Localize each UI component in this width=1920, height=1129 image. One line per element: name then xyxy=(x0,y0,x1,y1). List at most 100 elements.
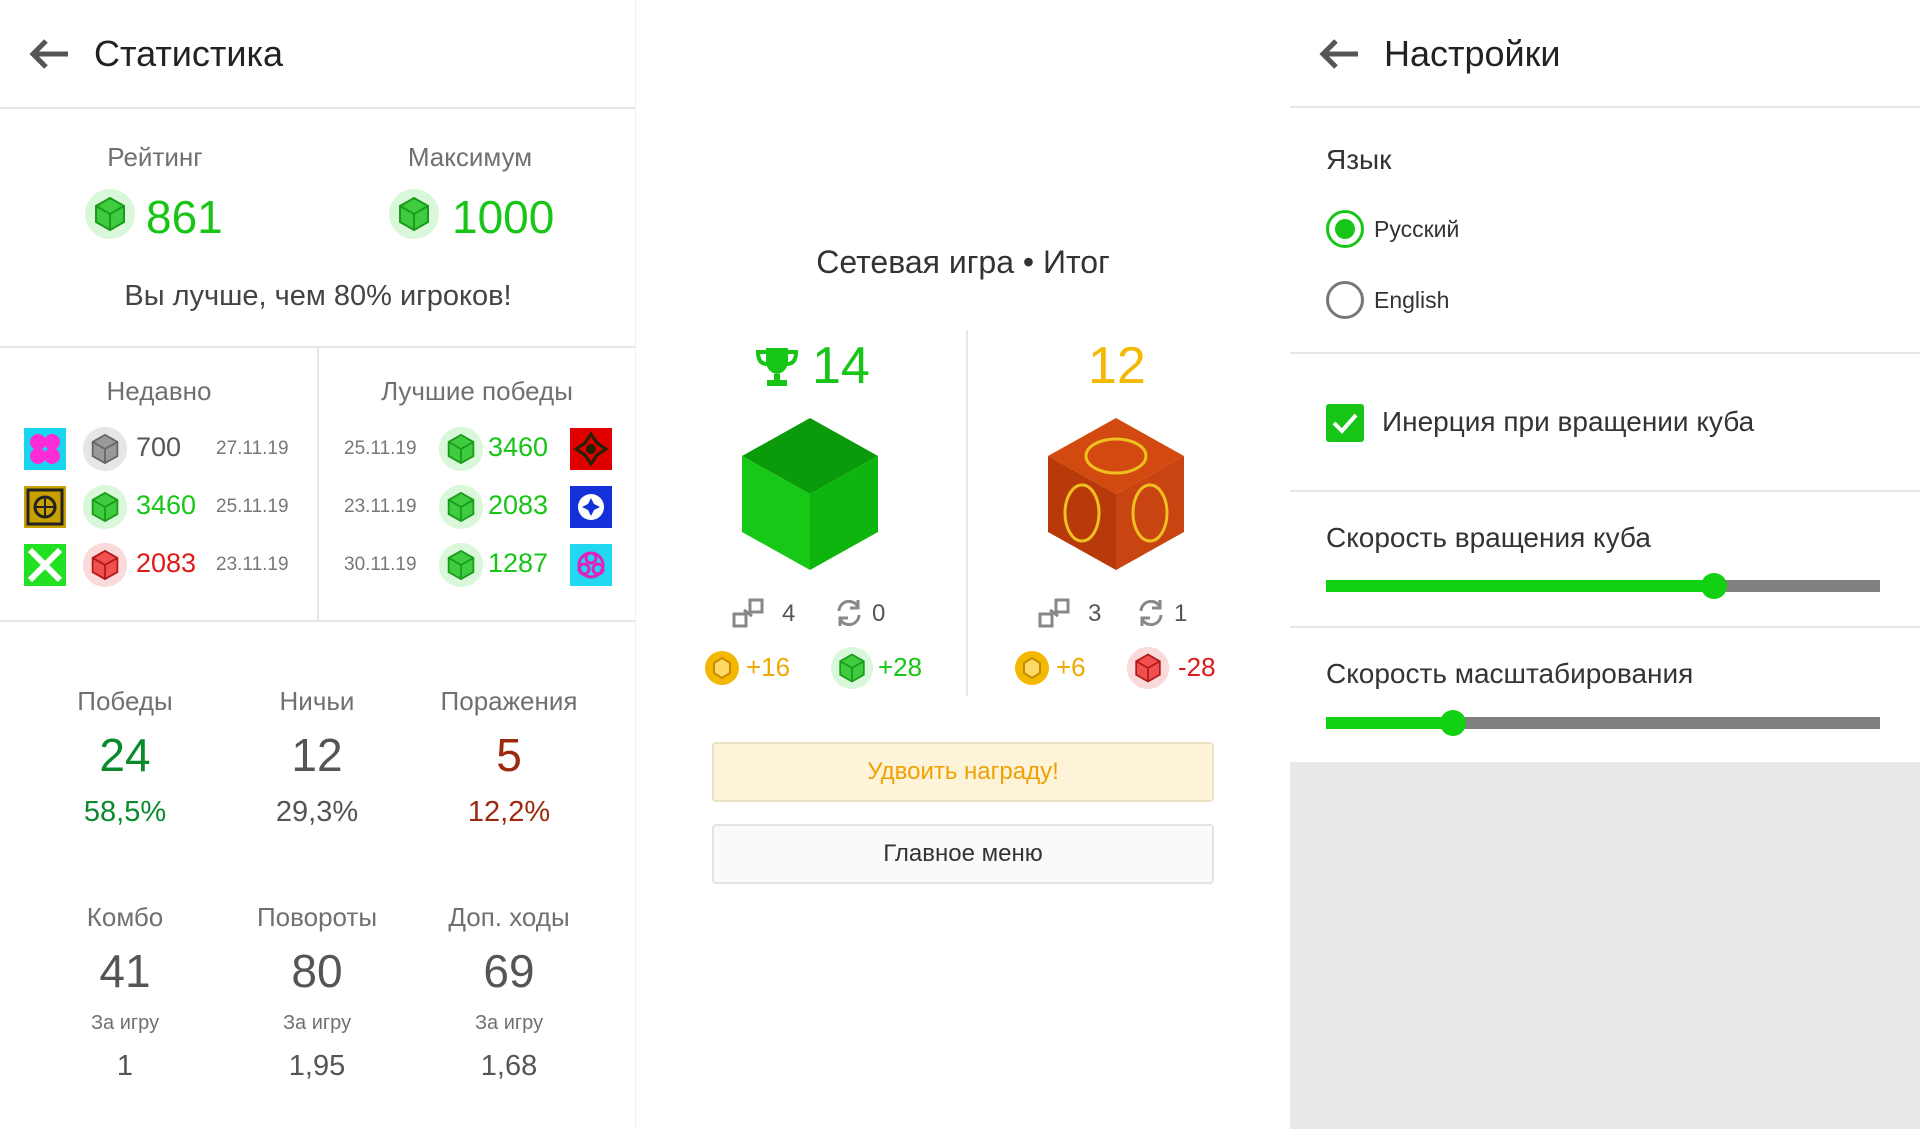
combo-per-game: 1 xyxy=(116,1050,134,1082)
recent-row[interactable]: 2083 23.11.19 xyxy=(0,540,316,590)
best-date: 23.11.19 xyxy=(344,496,417,517)
result-title: Сетевая игра • Итог xyxy=(816,244,1110,280)
wins-percent: 58,5% xyxy=(83,796,167,828)
page-title: Статистика xyxy=(94,33,284,74)
combo-per-game-label: За игру xyxy=(90,1012,160,1034)
recent-score: 2083 xyxy=(136,548,197,578)
max-label: Максимум xyxy=(407,142,533,172)
player2-cube xyxy=(1046,416,1186,577)
player2-rotations: 1 xyxy=(1174,600,1188,627)
player1-cube xyxy=(740,416,880,577)
statistics-panel: Статистика Рейтинг 861 Максимум 1000 Вы … xyxy=(0,0,636,1129)
trophy-icon xyxy=(754,344,800,393)
game-result-panel: Сетевая игра • Итог 14 4 0 +16 +28 12 3 … xyxy=(636,0,1290,1129)
player1-coins: +16 xyxy=(746,652,791,682)
avatar xyxy=(570,486,612,528)
avatar xyxy=(24,544,66,586)
player1-moves: 4 xyxy=(782,600,796,627)
recent-label: Недавно xyxy=(106,376,212,406)
recent-row[interactable]: 3460 25.11.19 xyxy=(0,482,316,532)
best-win-row[interactable]: 23.11.19 2083 xyxy=(320,482,635,535)
wins-value: 24 xyxy=(99,729,151,781)
recent-score: 700 xyxy=(136,432,182,462)
cube-icon xyxy=(82,484,128,535)
cube-icon xyxy=(388,188,440,245)
inertia-checkbox[interactable] xyxy=(1326,404,1364,442)
language-label: Язык xyxy=(1326,144,1392,175)
best-date: 30.11.19 xyxy=(344,554,417,575)
language-option-russian[interactable]: Русский xyxy=(1374,216,1459,243)
zoom-speed-label: Скорость масштабирования xyxy=(1326,658,1694,689)
recent-row[interactable]: 700 27.11.19 xyxy=(0,424,316,474)
arrow-left-icon xyxy=(29,39,68,69)
avatar xyxy=(570,544,612,586)
draws-label: Ничьи xyxy=(279,686,355,716)
rotation-icon xyxy=(1136,598,1166,633)
player1-rotations: 0 xyxy=(872,600,886,627)
zoom-speed-slider[interactable] xyxy=(1326,710,1880,736)
rotation-speed-slider[interactable] xyxy=(1326,573,1880,599)
inertia-label: Инерция при вращении куба xyxy=(1382,406,1755,437)
back-button[interactable] xyxy=(1314,34,1364,74)
turns-value: 80 xyxy=(291,945,343,997)
main-menu-button[interactable]: Главное меню xyxy=(712,824,1214,884)
cube-icon xyxy=(438,484,484,535)
extra-moves-label: Доп. ходы xyxy=(448,902,570,932)
best-date: 25.11.19 xyxy=(344,438,417,459)
double-reward-button[interactable]: Удвоить награду! xyxy=(712,742,1214,802)
extra-moves-per-game: 1,68 xyxy=(480,1050,538,1082)
best-win-row[interactable]: 30.11.19 1287 xyxy=(320,540,635,593)
rating-value: 861 xyxy=(146,191,223,243)
rating-label: Рейтинг xyxy=(107,142,203,172)
extra-moves-value: 69 xyxy=(483,945,535,997)
cube-icon xyxy=(84,188,136,245)
best-score: 1287 xyxy=(488,548,549,578)
turns-label: Повороты xyxy=(256,902,378,932)
moves-icon xyxy=(1038,598,1072,633)
rotation-speed-knob[interactable] xyxy=(1700,573,1727,599)
turns-per-game-label: За игру xyxy=(282,1012,352,1034)
wins-label: Победы xyxy=(77,686,173,716)
losses-label: Поражения xyxy=(440,686,578,716)
max-value: 1000 xyxy=(452,191,555,243)
recent-date: 23.11.19 xyxy=(216,554,289,575)
best-win-row[interactable]: 25.11.19 3460 xyxy=(320,424,635,477)
avatar xyxy=(570,428,612,470)
losses-value: 5 xyxy=(496,729,522,781)
stats-header: Статистика xyxy=(0,0,635,108)
player2-rating-change: -28 xyxy=(1178,652,1216,682)
radio-russian[interactable] xyxy=(1326,210,1364,248)
radio-english[interactable] xyxy=(1326,281,1364,319)
recent-date: 27.11.19 xyxy=(216,438,289,459)
combo-label: Комбо xyxy=(86,902,164,932)
check-icon xyxy=(1332,413,1358,434)
player2-coins: +6 xyxy=(1056,652,1086,682)
avatar xyxy=(24,486,66,528)
player1-rating-change: +28 xyxy=(878,652,923,682)
extra-moves-per-game-label: За игру xyxy=(474,1012,544,1034)
zoom-speed-fill xyxy=(1326,717,1454,729)
best-wins-label: Лучшие победы xyxy=(381,376,573,406)
cube-icon xyxy=(438,426,484,477)
cube-icon xyxy=(82,542,128,593)
settings-panel: Настройки Язык Русский English Инерция п… xyxy=(1290,0,1920,1129)
player2-moves: 3 xyxy=(1088,600,1102,627)
turns-per-game: 1,95 xyxy=(288,1050,346,1082)
better-than-text: Вы лучше, чем 80% игроков! xyxy=(124,280,512,312)
best-score: 2083 xyxy=(488,490,549,520)
player1-score: 14 xyxy=(812,337,870,395)
cube-icon xyxy=(438,542,484,593)
language-option-english[interactable]: English xyxy=(1374,287,1449,314)
draws-value: 12 xyxy=(291,729,343,781)
arrow-left-icon xyxy=(1319,39,1358,69)
moves-icon xyxy=(732,598,766,633)
settings-header: Настройки xyxy=(1290,0,1920,108)
page-title: Настройки xyxy=(1384,33,1561,74)
coin-icon xyxy=(704,650,740,691)
back-button[interactable] xyxy=(24,34,74,74)
losses-percent: 12,2% xyxy=(467,796,551,828)
avatar xyxy=(24,428,66,470)
recent-score: 3460 xyxy=(136,490,197,520)
rotation-speed-label: Скорость вращения куба xyxy=(1326,522,1651,553)
cube-icon xyxy=(82,426,128,477)
